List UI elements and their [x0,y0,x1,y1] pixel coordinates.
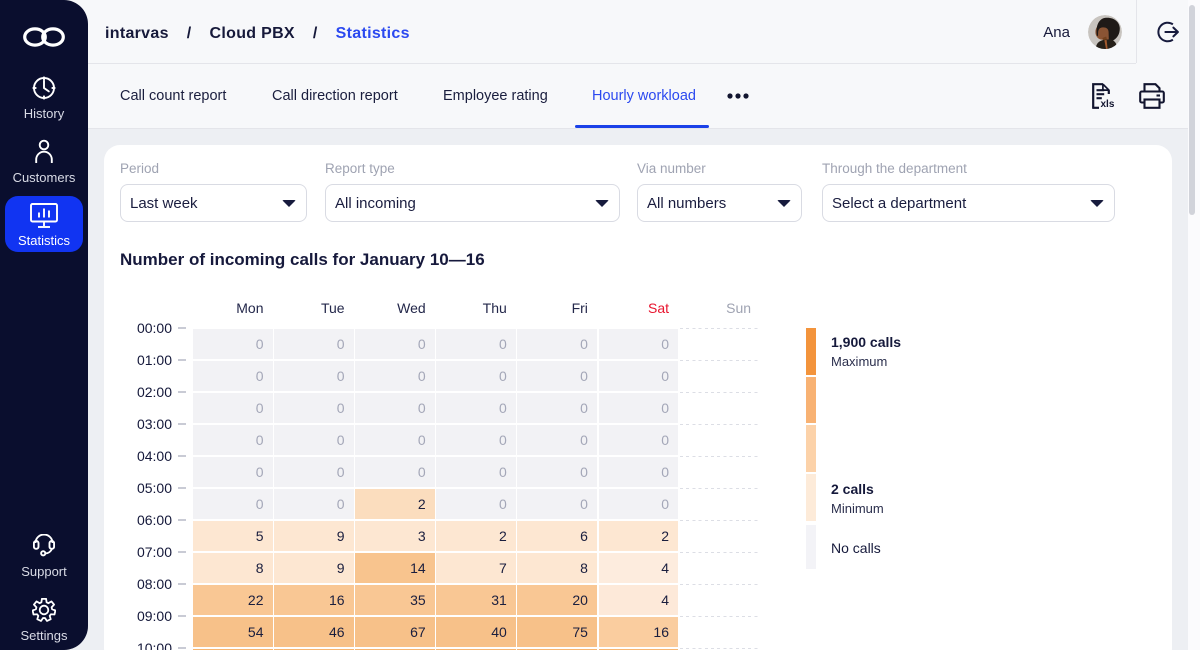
svg-text:xls: xls [1101,99,1115,109]
